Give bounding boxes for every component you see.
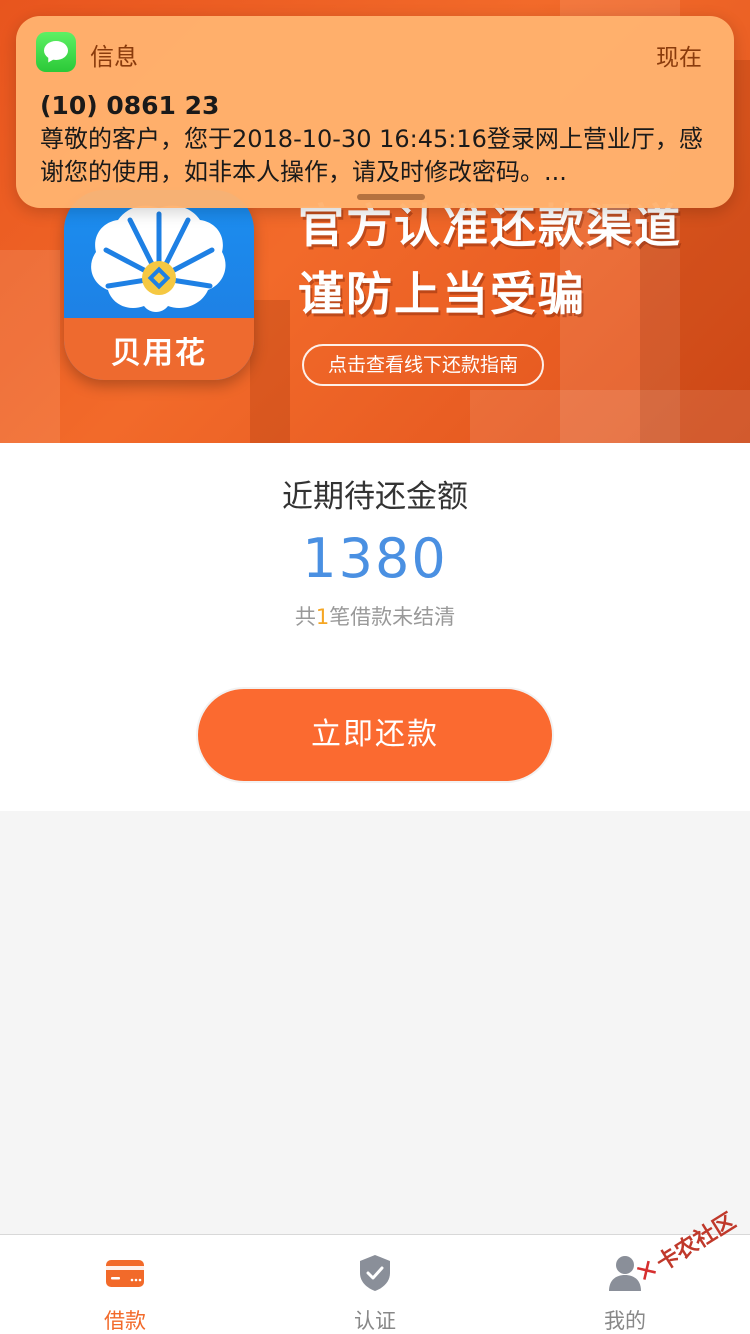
notification-grabber[interactable] xyxy=(357,194,425,200)
banner-slogan-line2: 谨防上当受骗 xyxy=(298,267,586,321)
outstanding-loans-text: 共1笔借款未结清 xyxy=(0,601,750,631)
banner-building-decor xyxy=(250,300,290,443)
notification-app-name: 信息 xyxy=(90,43,138,71)
shield-check-icon xyxy=(360,1255,390,1291)
shell-logo-icon xyxy=(91,205,226,312)
tab-verify[interactable]: 认证 xyxy=(250,1235,500,1334)
outstanding-count: 1 xyxy=(315,605,330,629)
app-logo: 贝用花 xyxy=(64,190,254,380)
repayment-title: 近期待还金额 xyxy=(282,479,468,515)
card-icon xyxy=(106,1260,144,1287)
notification-time: 现在 xyxy=(656,45,702,71)
banner-building-decor xyxy=(0,250,60,443)
repay-now-button[interactable]: 立即还款 xyxy=(198,689,552,781)
messages-icon xyxy=(36,32,76,72)
message-notification[interactable]: 信息 现在 (10) 0861 23 尊敬的客户，您于2018-10-30 16… xyxy=(16,16,734,208)
app-logo-name: 贝用花 xyxy=(111,336,207,371)
repayment-card: 近期待还金额 1380 共1笔借款未结清 立即还款 xyxy=(0,443,750,811)
notification-sender: (10) 0861 23 xyxy=(40,91,220,120)
app-screen: 贝用花 官方认准还款渠道 谨防上当受骗 点击查看线下还款指南 信息 现在 (10… xyxy=(0,0,750,1334)
tab-bar: 借款 认证 我的 xyxy=(0,1234,750,1334)
outstanding-prefix: 共 xyxy=(294,605,316,629)
repayment-amount: 1380 xyxy=(302,527,448,590)
tab-verify-label: 认证 xyxy=(354,1309,396,1333)
banner-building-decor xyxy=(470,390,750,443)
tab-loan-label: 借款 xyxy=(104,1309,146,1333)
tab-mine[interactable]: 我的 xyxy=(500,1235,750,1334)
offline-repay-guide-button[interactable]: 点击查看线下还款指南 xyxy=(302,344,544,386)
tab-loan[interactable]: 借款 xyxy=(0,1235,250,1334)
notification-body: 尊敬的客户，您于2018-10-30 16:45:16登录网上营业厅，感谢您的使… xyxy=(40,125,703,186)
tab-mine-label: 我的 xyxy=(604,1309,646,1333)
outstanding-suffix: 笔借款未结清 xyxy=(329,605,456,629)
